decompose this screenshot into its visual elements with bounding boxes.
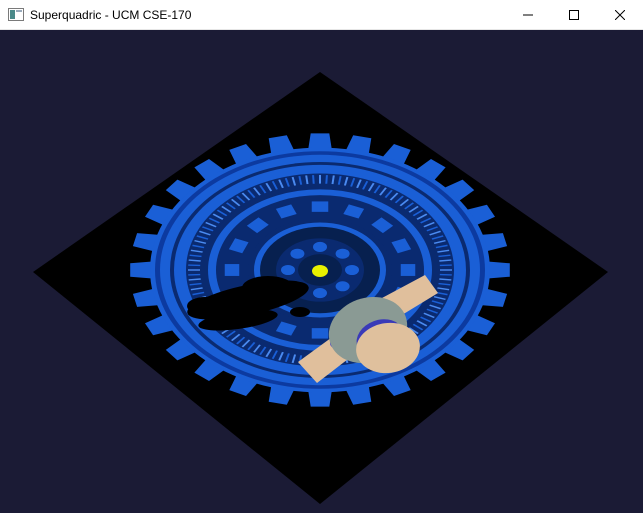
title-bar[interactable]: Superquadric - UCM CSE-170: [0, 0, 643, 30]
close-icon: [615, 9, 625, 20]
window-title: Superquadric - UCM CSE-170: [30, 7, 192, 22]
minimize-icon: [523, 14, 533, 15]
gear-tooth: [130, 261, 153, 279]
gear-tooth: [308, 133, 332, 150]
application-window: Superquadric - UCM CSE-170: [0, 0, 643, 513]
opengl-viewport[interactable]: [0, 30, 643, 513]
center-dot: [312, 265, 328, 277]
gear-tooth: [308, 390, 332, 407]
minimize-button[interactable]: [505, 0, 551, 30]
app-window-icon: [8, 8, 24, 21]
scene-canvas[interactable]: [0, 30, 643, 513]
maximize-icon: [569, 9, 579, 20]
gear-tooth: [487, 261, 510, 279]
maximize-button[interactable]: [551, 0, 597, 30]
close-button[interactable]: [597, 0, 643, 30]
